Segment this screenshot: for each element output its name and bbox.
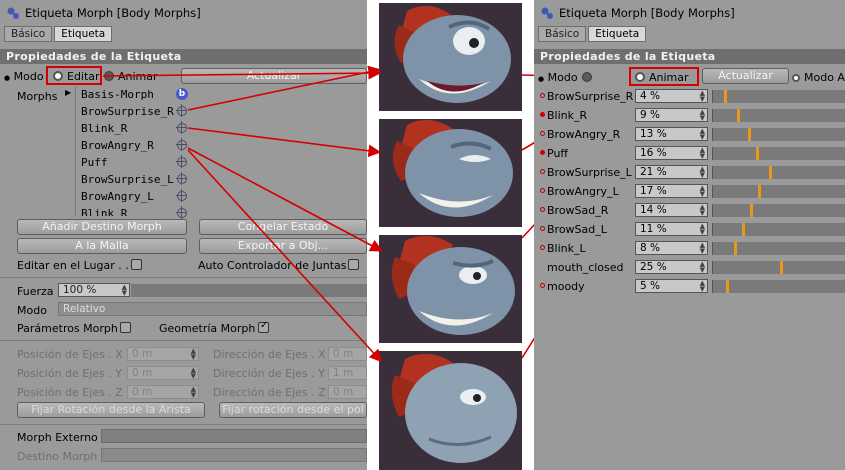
- morph-name: moody: [547, 280, 585, 293]
- slider-handle[interactable]: [736, 109, 740, 122]
- morph-name: Blink_L: [547, 242, 586, 255]
- stepper-icon: ▲ ▼: [699, 260, 705, 274]
- morph-slider[interactable]: [712, 166, 845, 179]
- morph-tag-icon: [540, 6, 554, 20]
- arrow-line: [187, 127, 382, 158]
- slider-handle[interactable]: [750, 204, 754, 217]
- arrow-line: [187, 65, 382, 111]
- stepper-icon: ▲ ▼: [699, 89, 705, 103]
- morph-slider[interactable]: [712, 147, 845, 160]
- highlight-box: [629, 67, 699, 86]
- slider-handle[interactable]: [758, 185, 762, 198]
- morph-slider[interactable]: [712, 90, 845, 103]
- morph-slider[interactable]: [712, 109, 845, 122]
- slider-handle[interactable]: [747, 128, 751, 141]
- morph-value-field[interactable]: 11 % ▲ ▼: [635, 222, 708, 236]
- morph-tag-panel-right: Etiqueta Morph [Body Morphs] Básico Etiq…: [534, 0, 845, 470]
- morph-name: BrowSurprise_R: [547, 90, 634, 103]
- keyframe-dot-icon[interactable]: [540, 245, 545, 250]
- morph-row: Puff 16 % ▲ ▼: [534, 144, 845, 163]
- panel-title: Etiqueta Morph [Body Morphs]: [534, 0, 845, 26]
- keyframe-dot-icon[interactable]: [540, 93, 545, 98]
- slider-handle[interactable]: [779, 261, 783, 274]
- mode-editar-radio[interactable]: [582, 71, 596, 84]
- arrow-line: [102, 66, 382, 80]
- morph-name: BrowSad_R: [547, 204, 609, 217]
- stepper-icon: ▲ ▼: [699, 279, 705, 293]
- morph-slider[interactable]: [712, 223, 845, 236]
- slider-handle[interactable]: [734, 242, 738, 255]
- morph-slider[interactable]: [712, 280, 845, 293]
- morph-value-field[interactable]: 13 % ▲ ▼: [635, 127, 708, 141]
- slider-handle[interactable]: [726, 280, 730, 293]
- stepper-icon: ▲ ▼: [699, 146, 705, 160]
- keyframe-dot-icon[interactable]: [540, 131, 545, 136]
- morph-slider[interactable]: [712, 204, 845, 217]
- tab-basico[interactable]: Básico: [538, 26, 587, 42]
- morph-name: Blink_R: [547, 109, 588, 122]
- morph-value-field[interactable]: 25 % ▲ ▼: [635, 260, 708, 274]
- keyframe-dot-icon[interactable]: [540, 207, 545, 212]
- morph-value-field[interactable]: 5 % ▲ ▼: [635, 279, 708, 293]
- slider-handle[interactable]: [755, 147, 759, 160]
- stepper-icon: ▲ ▼: [699, 127, 705, 141]
- morph-row: BrowAngry_L 17 % ▲ ▼: [534, 182, 845, 201]
- keyframe-dot-icon[interactable]: [540, 283, 545, 288]
- stepper-icon: ▲ ▼: [699, 184, 705, 198]
- morph-slider[interactable]: [712, 242, 845, 255]
- tab-etiqueta[interactable]: Etiqueta: [588, 26, 647, 42]
- morph-name: BrowSad_L: [547, 223, 607, 236]
- panel-title-text: Etiqueta Morph [Body Morphs]: [559, 6, 735, 20]
- morph-row: BrowSurprise_R 4 % ▲ ▼: [534, 87, 845, 106]
- tab-bar: Básico Etiqueta: [538, 26, 647, 42]
- morph-name: BrowAngry_L: [547, 185, 619, 198]
- morph-row: BrowAngry_R 13 % ▲ ▼: [534, 125, 845, 144]
- morph-name: BrowSurprise_L: [547, 166, 632, 179]
- keyframe-dot-icon[interactable]: [540, 112, 545, 117]
- slider-handle[interactable]: [768, 166, 772, 179]
- radio-on-icon: [792, 74, 800, 82]
- section-header: Propiedades de la Etiqueta: [534, 49, 845, 64]
- keyframe-dot-icon[interactable]: [540, 226, 545, 231]
- keyframe-dot-icon[interactable]: [540, 188, 545, 193]
- morph-value-field[interactable]: 16 % ▲ ▼: [635, 146, 708, 160]
- morph-value-field[interactable]: 17 % ▲ ▼: [635, 184, 708, 198]
- morph-row: Blink_L 8 % ▲ ▼: [534, 239, 845, 258]
- morph-slider[interactable]: [712, 185, 845, 198]
- slider-handle[interactable]: [742, 223, 746, 236]
- morph-name: BrowAngry_R: [547, 128, 621, 141]
- morph-row: moody 5 % ▲ ▼: [534, 277, 845, 296]
- morph-value-field[interactable]: 21 % ▲ ▼: [635, 165, 708, 179]
- slider-handle[interactable]: [723, 90, 727, 103]
- morph-row: BrowSad_R 14 % ▲ ▼: [534, 201, 845, 220]
- morph-value-field[interactable]: 8 % ▲ ▼: [635, 241, 708, 255]
- keyframe-dot-icon[interactable]: [540, 150, 545, 155]
- modo-label: ● Modo: [538, 71, 578, 84]
- morph-value-field[interactable]: 9 % ▲ ▼: [635, 108, 708, 122]
- arrow-line: [187, 149, 383, 363]
- morph-row: mouth_closed 25 % ▲ ▼: [534, 258, 845, 277]
- stepper-icon: ▲ ▼: [699, 222, 705, 236]
- morph-slider[interactable]: [712, 261, 845, 274]
- morph-row: BrowSad_L 11 % ▲ ▼: [534, 220, 845, 239]
- morph-slider[interactable]: [712, 128, 845, 141]
- stepper-icon: ▲ ▼: [699, 108, 705, 122]
- arrow-line: [187, 147, 383, 252]
- morph-name: mouth_closed: [547, 261, 624, 274]
- morph-row: Blink_R 9 % ▲ ▼: [534, 106, 845, 125]
- morph-row: BrowSurprise_L 21 % ▲ ▼: [534, 163, 845, 182]
- modo-ac-label[interactable]: Modo Ac: [792, 71, 845, 84]
- stepper-icon: ▲ ▼: [699, 165, 705, 179]
- morph-name: Puff: [547, 147, 568, 160]
- morph-value-field[interactable]: 14 % ▲ ▼: [635, 203, 708, 217]
- stepper-icon: ▲ ▼: [699, 241, 705, 255]
- actualizar-button[interactable]: Actualizar: [702, 68, 789, 84]
- radio-off-icon: [582, 72, 592, 82]
- morph-value-field[interactable]: 4 % ▲ ▼: [635, 89, 708, 103]
- stepper-icon: ▲ ▼: [699, 203, 705, 217]
- keyframe-dot-icon[interactable]: [540, 169, 545, 174]
